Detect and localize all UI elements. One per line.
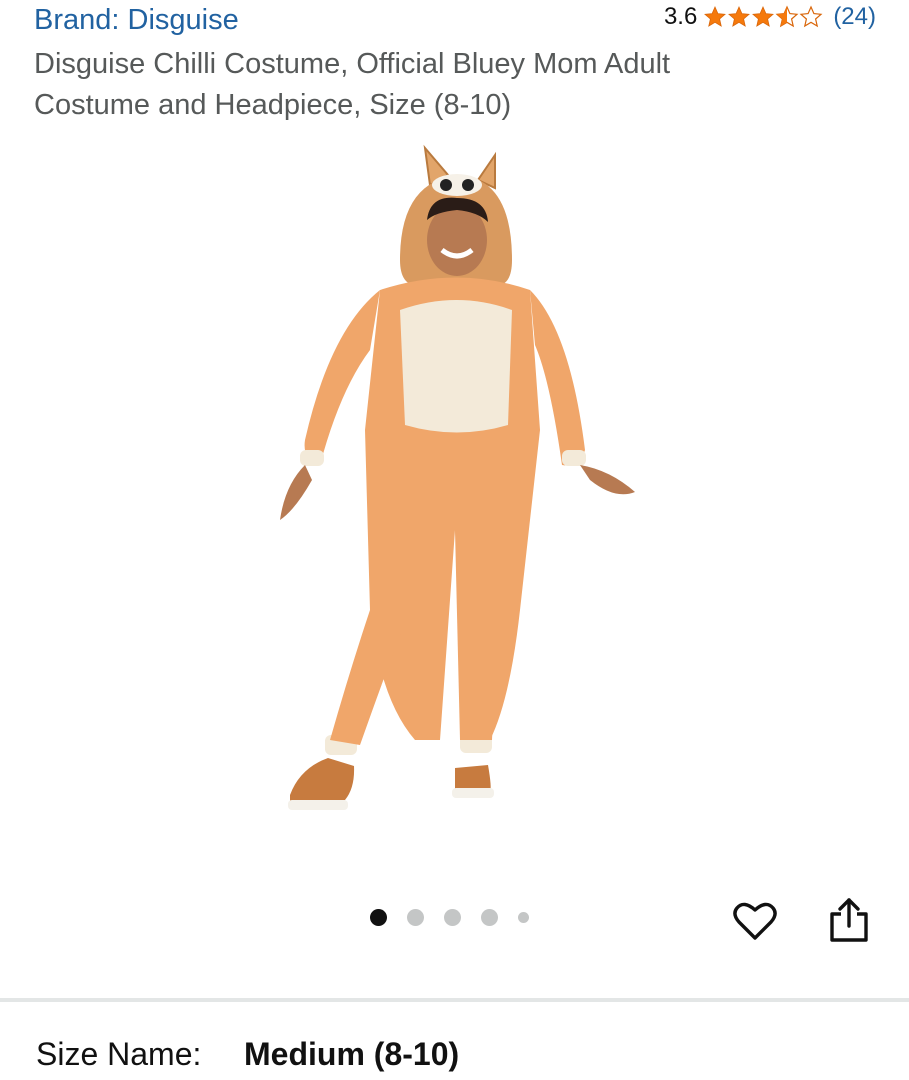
brand-link[interactable]: Brand: Disguise: [34, 4, 239, 37]
carousel-dot-2[interactable]: [407, 909, 424, 926]
product-title: Disguise Chilli Costume, Official Bluey …: [34, 48, 671, 121]
heart-icon[interactable]: [732, 900, 778, 942]
rating-summary[interactable]: 3.6 (24): [664, 3, 876, 31]
carousel-dot-4[interactable]: [481, 909, 498, 926]
product-image-carousel[interactable]: [0, 140, 909, 870]
size-name-value: Medium (8-10): [244, 1036, 460, 1072]
star-full-icon: [728, 6, 751, 27]
carousel-controls: [0, 898, 909, 942]
section-divider: [0, 998, 909, 1002]
star-rating: [703, 5, 823, 29]
star-full-icon: [752, 6, 775, 27]
product-header: Brand: Disguise 3.6 (24) Disguise Chilli…: [0, 0, 909, 130]
size-name-label: Size Name:: [36, 1036, 202, 1072]
carousel-dot-1[interactable]: [370, 909, 387, 926]
carousel-dot-5[interactable]: [518, 912, 529, 923]
star-empty-icon: [799, 5, 823, 28]
share-icon[interactable]: [828, 896, 870, 944]
carousel-dot-3[interactable]: [444, 909, 461, 926]
size-variation: Size Name: Medium (8-10): [36, 1036, 459, 1073]
star-half-icon: [775, 5, 799, 28]
rating-count-link[interactable]: (24): [833, 3, 876, 31]
carousel-dots[interactable]: [370, 909, 529, 926]
rating-score: 3.6: [663, 3, 698, 30]
product-photo-chilli-costume[interactable]: [250, 140, 650, 830]
star-full-icon: [704, 6, 727, 27]
